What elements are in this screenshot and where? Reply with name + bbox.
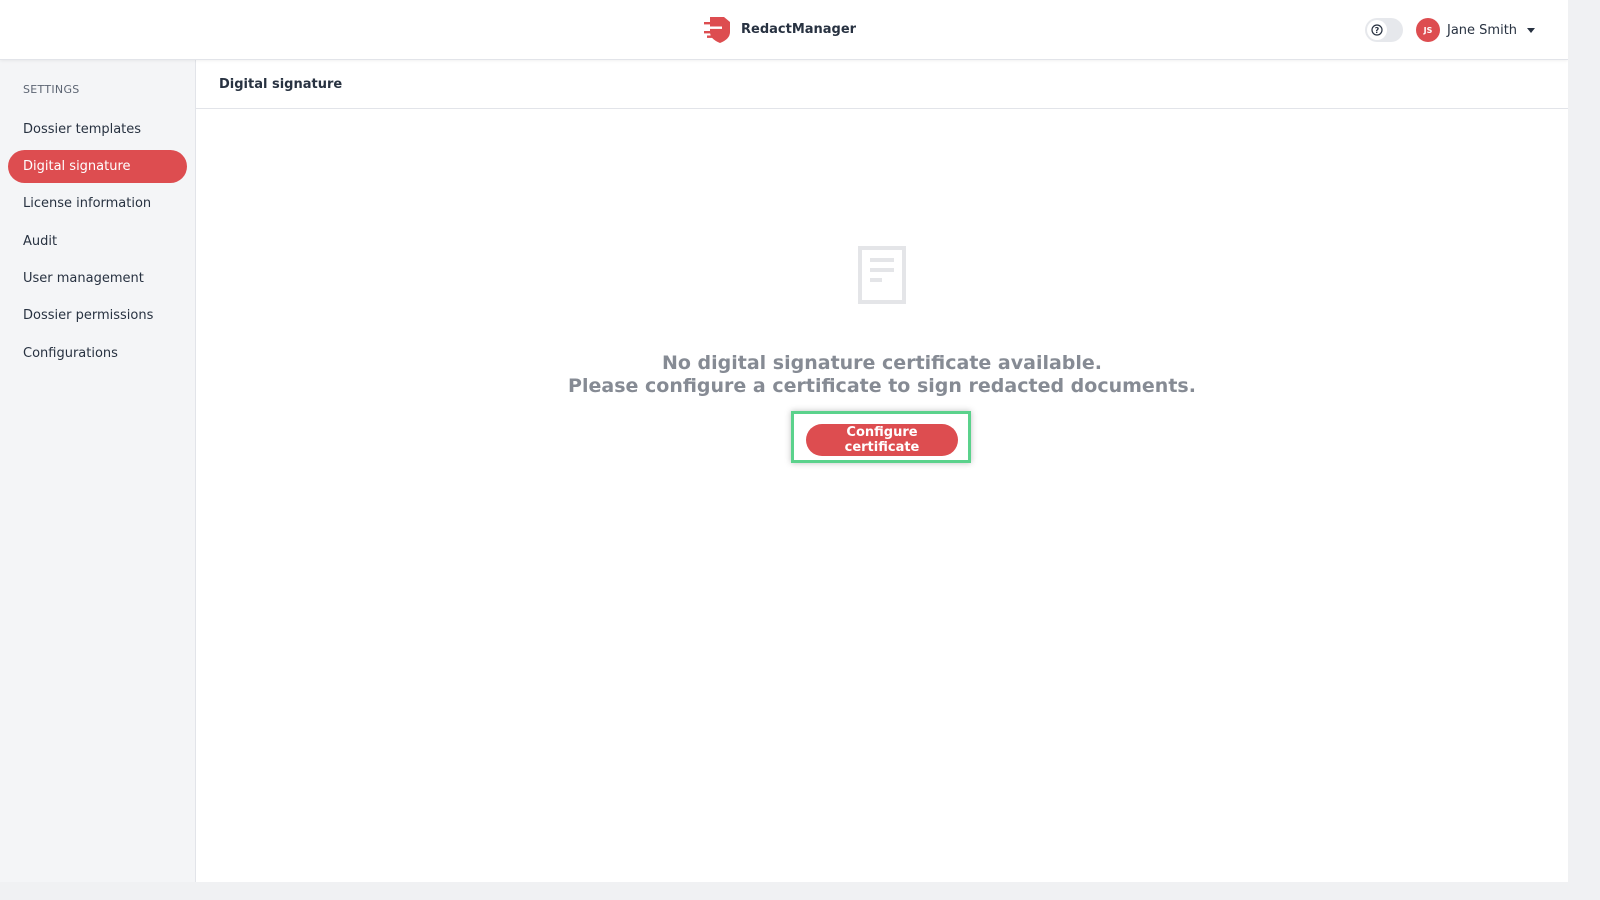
main-content: Digital signature No digital signature c… [196,60,1568,882]
brand[interactable]: RedactManager [702,14,856,44]
page-title: Digital signature [219,77,343,92]
redactmanager-logo-icon [704,17,730,43]
user-menu[interactable]: JS Jane Smith [1416,18,1536,42]
app-name: RedactManager [741,21,857,37]
configure-certificate-button[interactable]: Configure certificate [806,424,958,456]
sidebar-item-configurations[interactable]: Configurations [8,337,187,370]
sidebar-item-user-management[interactable]: User management [8,262,187,295]
document-icon [858,246,906,304]
sidebar-item-digital-signature[interactable]: Digital signature [8,150,187,183]
sidebar-item-audit[interactable]: Audit [8,225,187,258]
avatar: JS [1416,18,1440,42]
empty-state-line-1: No digital signature certificate availab… [661,352,1103,374]
help-circle-icon: ? [1367,20,1387,40]
top-bar: RedactManager ? JS Jane Smith [0,0,1568,60]
settings-sidebar: SETTINGS Dossier templates Digital signa… [0,60,196,882]
user-name: Jane Smith [1447,22,1518,38]
help-mode-toggle[interactable]: ? [1365,18,1403,42]
page-header: Digital signature [196,60,1568,109]
sidebar-item-license-information[interactable]: License information [8,187,187,220]
sidebar-item-dossier-permissions[interactable]: Dossier permissions [8,299,187,332]
svg-text:?: ? [1375,26,1380,35]
empty-state-message: No digital signature certificate availab… [482,352,1282,398]
chevron-down-icon [1527,27,1536,33]
sidebar-title: SETTINGS [23,83,80,96]
app-window: RedactManager ? JS Jane Smith SETTINGS D… [0,0,1568,882]
sidebar-item-dossier-templates[interactable]: Dossier templates [8,113,187,146]
empty-state-line-2: Please configure a certificate to sign r… [568,375,1196,397]
